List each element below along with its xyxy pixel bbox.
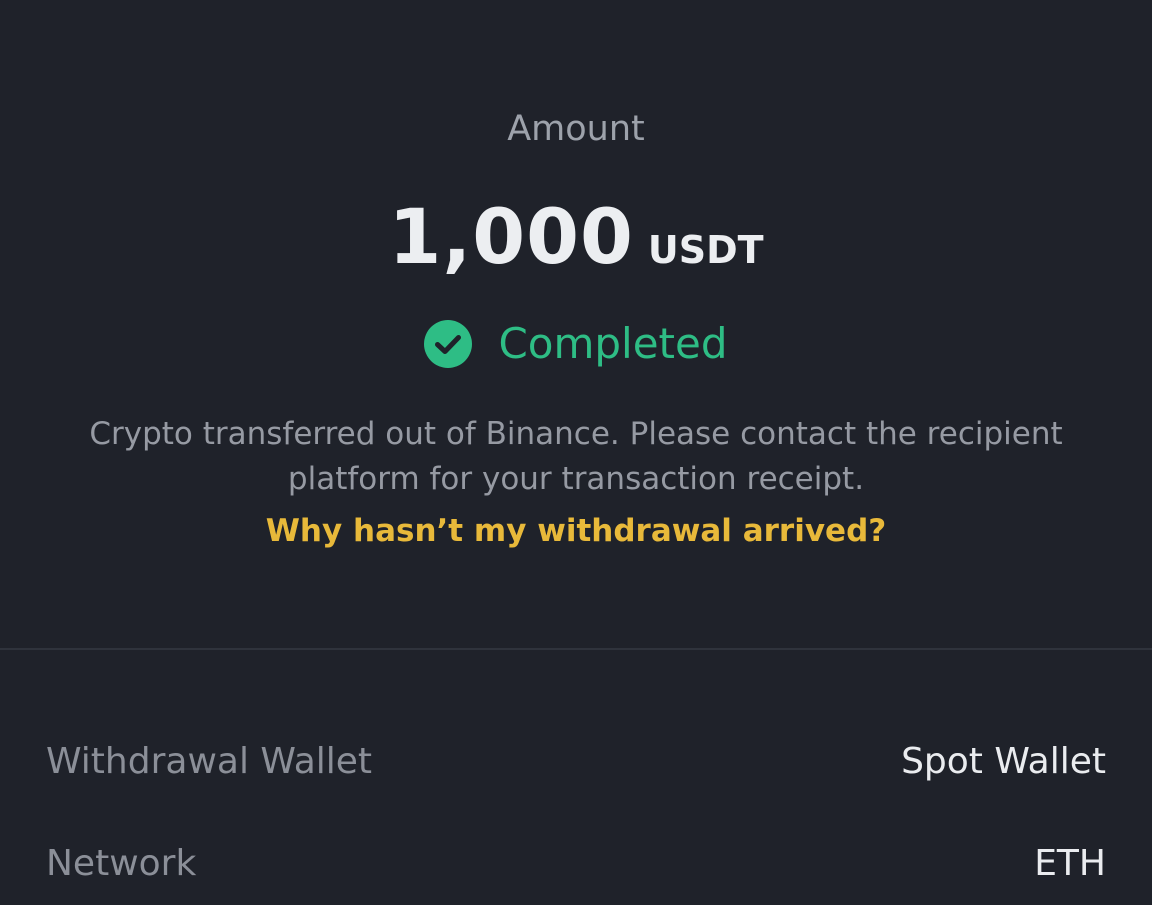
detail-row-withdrawal-wallet: Withdrawal Wallet Spot Wallet (46, 736, 1106, 786)
check-circle-icon (424, 320, 473, 368)
status-text: Completed (498, 319, 728, 368)
status-indicator: Completed (0, 316, 1152, 372)
detail-value: ETH (1034, 842, 1106, 884)
withdrawal-help-link[interactable]: Why hasn’t my withdrawal arrived? (0, 508, 1152, 554)
detail-label: Withdrawal Wallet (46, 740, 373, 782)
amount-display: 1,000 USDT (0, 192, 1152, 282)
transaction-summary: Amount 1,000 USDT Completed Crypto trans… (0, 0, 1152, 648)
detail-value: Spot Wallet (901, 740, 1106, 782)
amount-currency: USDT (647, 228, 764, 272)
section-divider (0, 648, 1152, 650)
status-description: Crypto transferred out of Binance. Pleas… (89, 416, 1063, 497)
detail-row-network: Network ETH (46, 838, 1106, 888)
withdrawal-detail-screen: Amount 1,000 USDT Completed Crypto trans… (0, 0, 1152, 905)
detail-label: Network (46, 842, 197, 884)
amount-label: Amount (507, 109, 645, 149)
amount-value: 1,000 (388, 192, 634, 281)
